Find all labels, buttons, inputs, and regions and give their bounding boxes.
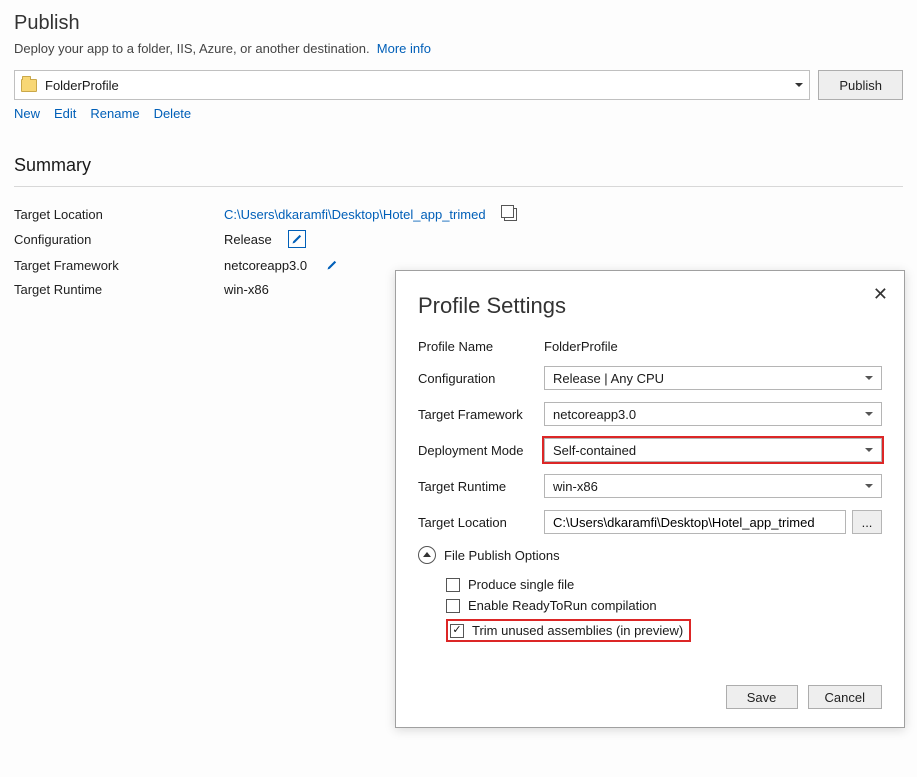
- label-deployment-mode: Deployment Mode: [418, 443, 538, 458]
- delete-profile-link[interactable]: Delete: [154, 106, 192, 121]
- publish-button[interactable]: Publish: [818, 70, 903, 100]
- label-produce-single-file: Produce single file: [468, 577, 574, 592]
- subtitle-text: Deploy your app to a folder, IIS, Azure,…: [14, 41, 370, 56]
- select-target-runtime-value: win-x86: [553, 479, 598, 494]
- summary-value-target-framework: netcoreapp3.0: [224, 258, 307, 273]
- select-deployment-mode[interactable]: Self-contained: [544, 438, 882, 462]
- file-publish-options-toggle[interactable]: File Publish Options: [418, 546, 882, 564]
- chevron-down-icon: [865, 448, 873, 452]
- profile-select-value: FolderProfile: [45, 78, 119, 93]
- copy-icon[interactable]: [504, 208, 517, 221]
- summary-label-target-location: Target Location: [14, 207, 214, 222]
- select-configuration[interactable]: Release | Any CPU: [544, 366, 882, 390]
- chevron-down-icon: [865, 412, 873, 416]
- edit-profile-link[interactable]: Edit: [54, 106, 76, 121]
- chevron-down-icon: [865, 376, 873, 380]
- edit-target-framework-icon[interactable]: [323, 256, 341, 274]
- save-button[interactable]: Save: [726, 685, 798, 709]
- page-subtitle: Deploy your app to a folder, IIS, Azure,…: [14, 41, 903, 56]
- summary-label-target-runtime: Target Runtime: [14, 282, 214, 297]
- select-target-framework[interactable]: netcoreapp3.0: [544, 402, 882, 426]
- profile-settings-dialog: ✕ Profile Settings Profile Name FolderPr…: [395, 270, 905, 728]
- chevron-down-icon: [795, 83, 803, 87]
- browse-button[interactable]: ...: [852, 510, 882, 534]
- chevron-down-icon: [865, 484, 873, 488]
- select-deployment-mode-value: Self-contained: [553, 443, 636, 458]
- summary-value-configuration: Release: [224, 232, 272, 247]
- label-target-framework: Target Framework: [418, 407, 538, 422]
- label-enable-r2r: Enable ReadyToRun compilation: [468, 598, 657, 613]
- checkbox-trim-unused[interactable]: [450, 624, 464, 638]
- label-trim-unused: Trim unused assemblies (in preview): [472, 623, 683, 638]
- checkbox-produce-single-file[interactable]: [446, 578, 460, 592]
- close-icon[interactable]: ✕: [873, 285, 888, 303]
- label-target-location: Target Location: [418, 515, 538, 530]
- summary-label-configuration: Configuration: [14, 232, 214, 247]
- select-target-runtime[interactable]: win-x86: [544, 474, 882, 498]
- cancel-button[interactable]: Cancel: [808, 685, 882, 709]
- profile-select[interactable]: FolderProfile: [14, 70, 810, 100]
- file-publish-options-label: File Publish Options: [444, 548, 560, 563]
- value-profile-name: FolderProfile: [544, 339, 882, 354]
- edit-configuration-icon[interactable]: [288, 230, 306, 248]
- label-configuration: Configuration: [418, 371, 538, 386]
- folder-icon: [21, 79, 37, 92]
- chevron-up-icon: [418, 546, 436, 564]
- new-profile-link[interactable]: New: [14, 106, 40, 121]
- summary-label-target-framework: Target Framework: [14, 258, 214, 273]
- label-target-runtime: Target Runtime: [418, 479, 538, 494]
- checkbox-enable-r2r[interactable]: [446, 599, 460, 613]
- summary-value-target-location[interactable]: C:\Users\dkaramfi\Desktop\Hotel_app_trim…: [224, 207, 486, 222]
- select-configuration-value: Release | Any CPU: [553, 371, 664, 386]
- more-info-link[interactable]: More info: [377, 41, 431, 56]
- label-profile-name: Profile Name: [418, 339, 538, 354]
- summary-value-target-runtime: win-x86: [224, 282, 269, 297]
- select-target-framework-value: netcoreapp3.0: [553, 407, 636, 422]
- summary-heading: Summary: [14, 149, 903, 187]
- input-target-location[interactable]: [544, 510, 846, 534]
- page-title: Publish: [14, 12, 903, 35]
- dialog-title: Profile Settings: [418, 293, 882, 319]
- rename-profile-link[interactable]: Rename: [90, 106, 139, 121]
